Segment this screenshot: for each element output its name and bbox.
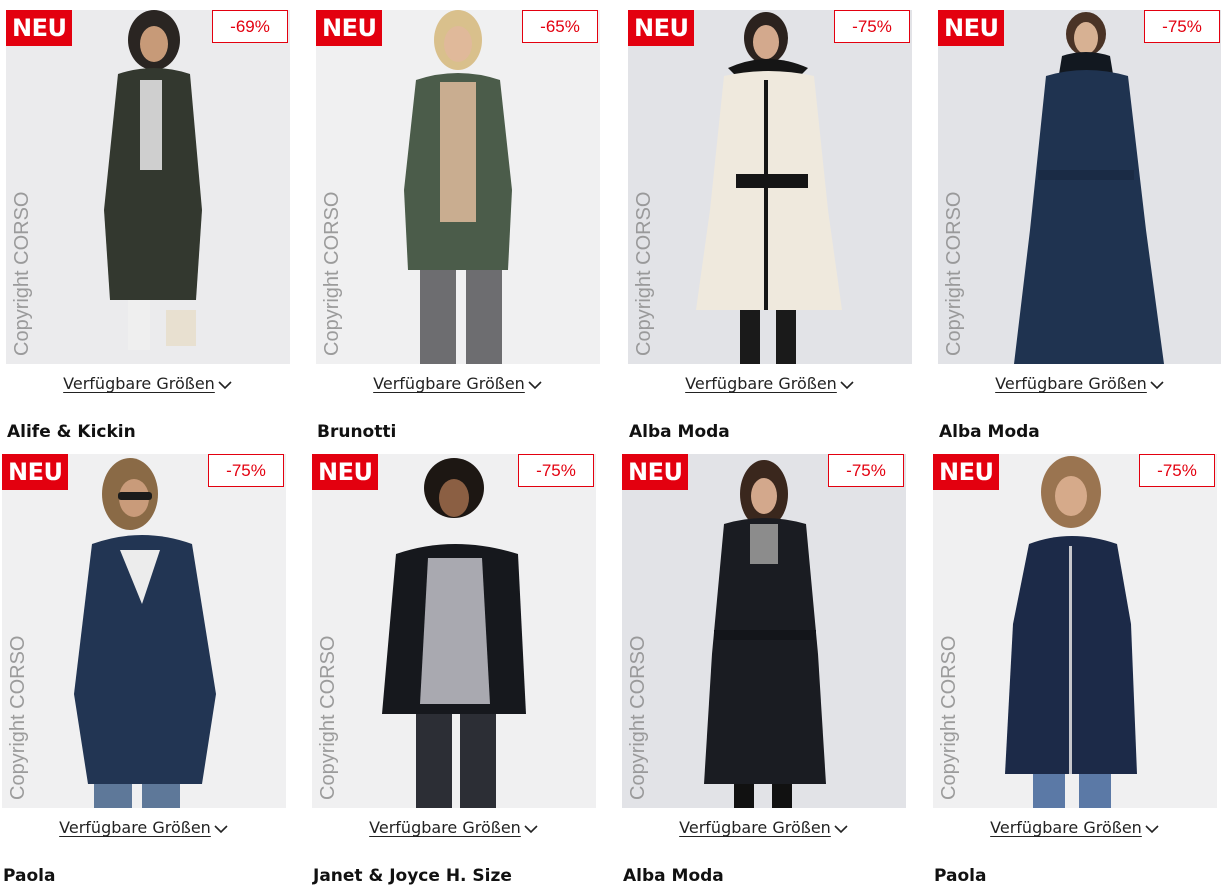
chevron-down-icon xyxy=(218,380,232,389)
product-brand[interactable]: Paola xyxy=(2,865,286,887)
product-image[interactable]: NEU -75% Copyright CORSO xyxy=(933,454,1217,808)
available-sizes-label: Verfügbare Größen xyxy=(373,374,525,393)
available-sizes-link[interactable]: Verfügbare Größen xyxy=(622,817,906,839)
discount-badge: -75% xyxy=(828,454,904,487)
product-image[interactable]: NEU -75% Copyright CORSO xyxy=(312,454,596,808)
chevron-down-icon xyxy=(528,380,542,389)
watermark: Copyright CORSO xyxy=(943,191,965,357)
product-card[interactable]: NEU -75% Copyright CORSO Verfügbare Größ… xyxy=(622,454,906,887)
model-figure xyxy=(74,458,216,808)
new-badge: NEU xyxy=(933,454,1000,490)
discount-badge: -75% xyxy=(1144,10,1220,43)
chevron-down-icon xyxy=(834,824,848,833)
model-figure xyxy=(404,10,512,364)
product-card[interactable]: NEU -75% Copyright CORSO Verfügbare Größ… xyxy=(628,10,912,443)
watermark: Copyright CORSO xyxy=(7,635,29,801)
product-card[interactable]: NEU -65% Copyright CORSO Verfügbare Größ… xyxy=(316,10,600,443)
discount-badge: -65% xyxy=(522,10,598,43)
available-sizes-link[interactable]: Verfügbare Größen xyxy=(628,373,912,395)
watermark: Copyright CORSO xyxy=(633,191,655,357)
discount-badge: -75% xyxy=(834,10,910,43)
new-badge: NEU xyxy=(6,10,73,46)
product-brand[interactable]: Paola xyxy=(933,865,1217,887)
available-sizes-label: Verfügbare Größen xyxy=(679,818,831,837)
product-card[interactable]: NEU -75% Copyright CORSO Verfügbare Größ… xyxy=(938,10,1221,443)
product-brand[interactable]: Alife & Kickin xyxy=(6,421,290,443)
available-sizes-label: Verfügbare Größen xyxy=(990,818,1142,837)
available-sizes-label: Verfügbare Größen xyxy=(59,818,211,837)
product-card[interactable]: NEU -69% Copyright CORSO Verfügbare Größ… xyxy=(6,10,290,443)
available-sizes-link[interactable]: Verfügbare Größen xyxy=(316,373,600,395)
watermark: Copyright CORSO xyxy=(321,191,343,357)
new-badge: NEU xyxy=(622,454,689,490)
product-brand[interactable]: Alba Moda xyxy=(628,421,912,443)
new-badge: NEU xyxy=(312,454,379,490)
discount-badge: -75% xyxy=(518,454,594,487)
product-brand[interactable]: Janet & Joyce H. Size xyxy=(312,865,596,887)
discount-badge: -75% xyxy=(1139,454,1215,487)
model-figure xyxy=(382,458,526,808)
chevron-down-icon xyxy=(524,824,538,833)
model-figure xyxy=(1014,12,1164,364)
available-sizes-label: Verfügbare Größen xyxy=(63,374,215,393)
available-sizes-label: Verfügbare Größen xyxy=(369,818,521,837)
product-image[interactable]: NEU -75% Copyright CORSO xyxy=(622,454,906,808)
available-sizes-label: Verfügbare Größen xyxy=(685,374,837,393)
model-figure xyxy=(1005,456,1137,808)
product-brand[interactable]: Brunotti xyxy=(316,421,600,443)
product-image[interactable]: NEU -69% Copyright CORSO xyxy=(6,10,290,364)
available-sizes-link[interactable]: Verfügbare Größen xyxy=(933,817,1217,839)
product-card[interactable]: NEU -75% Copyright CORSO Verfügbare Größ… xyxy=(2,454,286,887)
product-image[interactable]: NEU -75% Copyright CORSO xyxy=(628,10,912,364)
new-badge: NEU xyxy=(316,10,383,46)
product-card[interactable]: NEU -75% Copyright CORSO Verfügbare Größ… xyxy=(312,454,596,887)
product-image[interactable]: NEU -75% Copyright CORSO xyxy=(2,454,286,808)
model-figure xyxy=(696,12,842,364)
new-badge: NEU xyxy=(628,10,695,46)
new-badge: NEU xyxy=(938,10,1005,46)
product-brand[interactable]: Alba Moda xyxy=(622,865,906,887)
discount-badge: -75% xyxy=(208,454,284,487)
product-card[interactable]: NEU -75% Copyright CORSO Verfügbare Größ… xyxy=(933,454,1217,887)
available-sizes-link[interactable]: Verfügbare Größen xyxy=(2,817,286,839)
watermark: Copyright CORSO xyxy=(938,635,960,801)
available-sizes-link[interactable]: Verfügbare Größen xyxy=(312,817,596,839)
model-figure xyxy=(704,460,826,808)
watermark: Copyright CORSO xyxy=(11,191,33,357)
available-sizes-label: Verfügbare Größen xyxy=(995,374,1147,393)
product-image[interactable]: NEU -75% Copyright CORSO xyxy=(938,10,1221,364)
new-badge: NEU xyxy=(2,454,69,490)
chevron-down-icon xyxy=(214,824,228,833)
discount-badge: -69% xyxy=(212,10,288,43)
watermark: Copyright CORSO xyxy=(317,635,339,801)
chevron-down-icon xyxy=(840,380,854,389)
available-sizes-link[interactable]: Verfügbare Größen xyxy=(6,373,290,395)
chevron-down-icon xyxy=(1150,380,1164,389)
product-brand[interactable]: Alba Moda xyxy=(938,421,1221,443)
product-image[interactable]: NEU -65% Copyright CORSO xyxy=(316,10,600,364)
chevron-down-icon xyxy=(1145,824,1159,833)
available-sizes-link[interactable]: Verfügbare Größen xyxy=(938,373,1221,395)
watermark: Copyright CORSO xyxy=(627,635,649,801)
model-figure xyxy=(104,10,202,350)
